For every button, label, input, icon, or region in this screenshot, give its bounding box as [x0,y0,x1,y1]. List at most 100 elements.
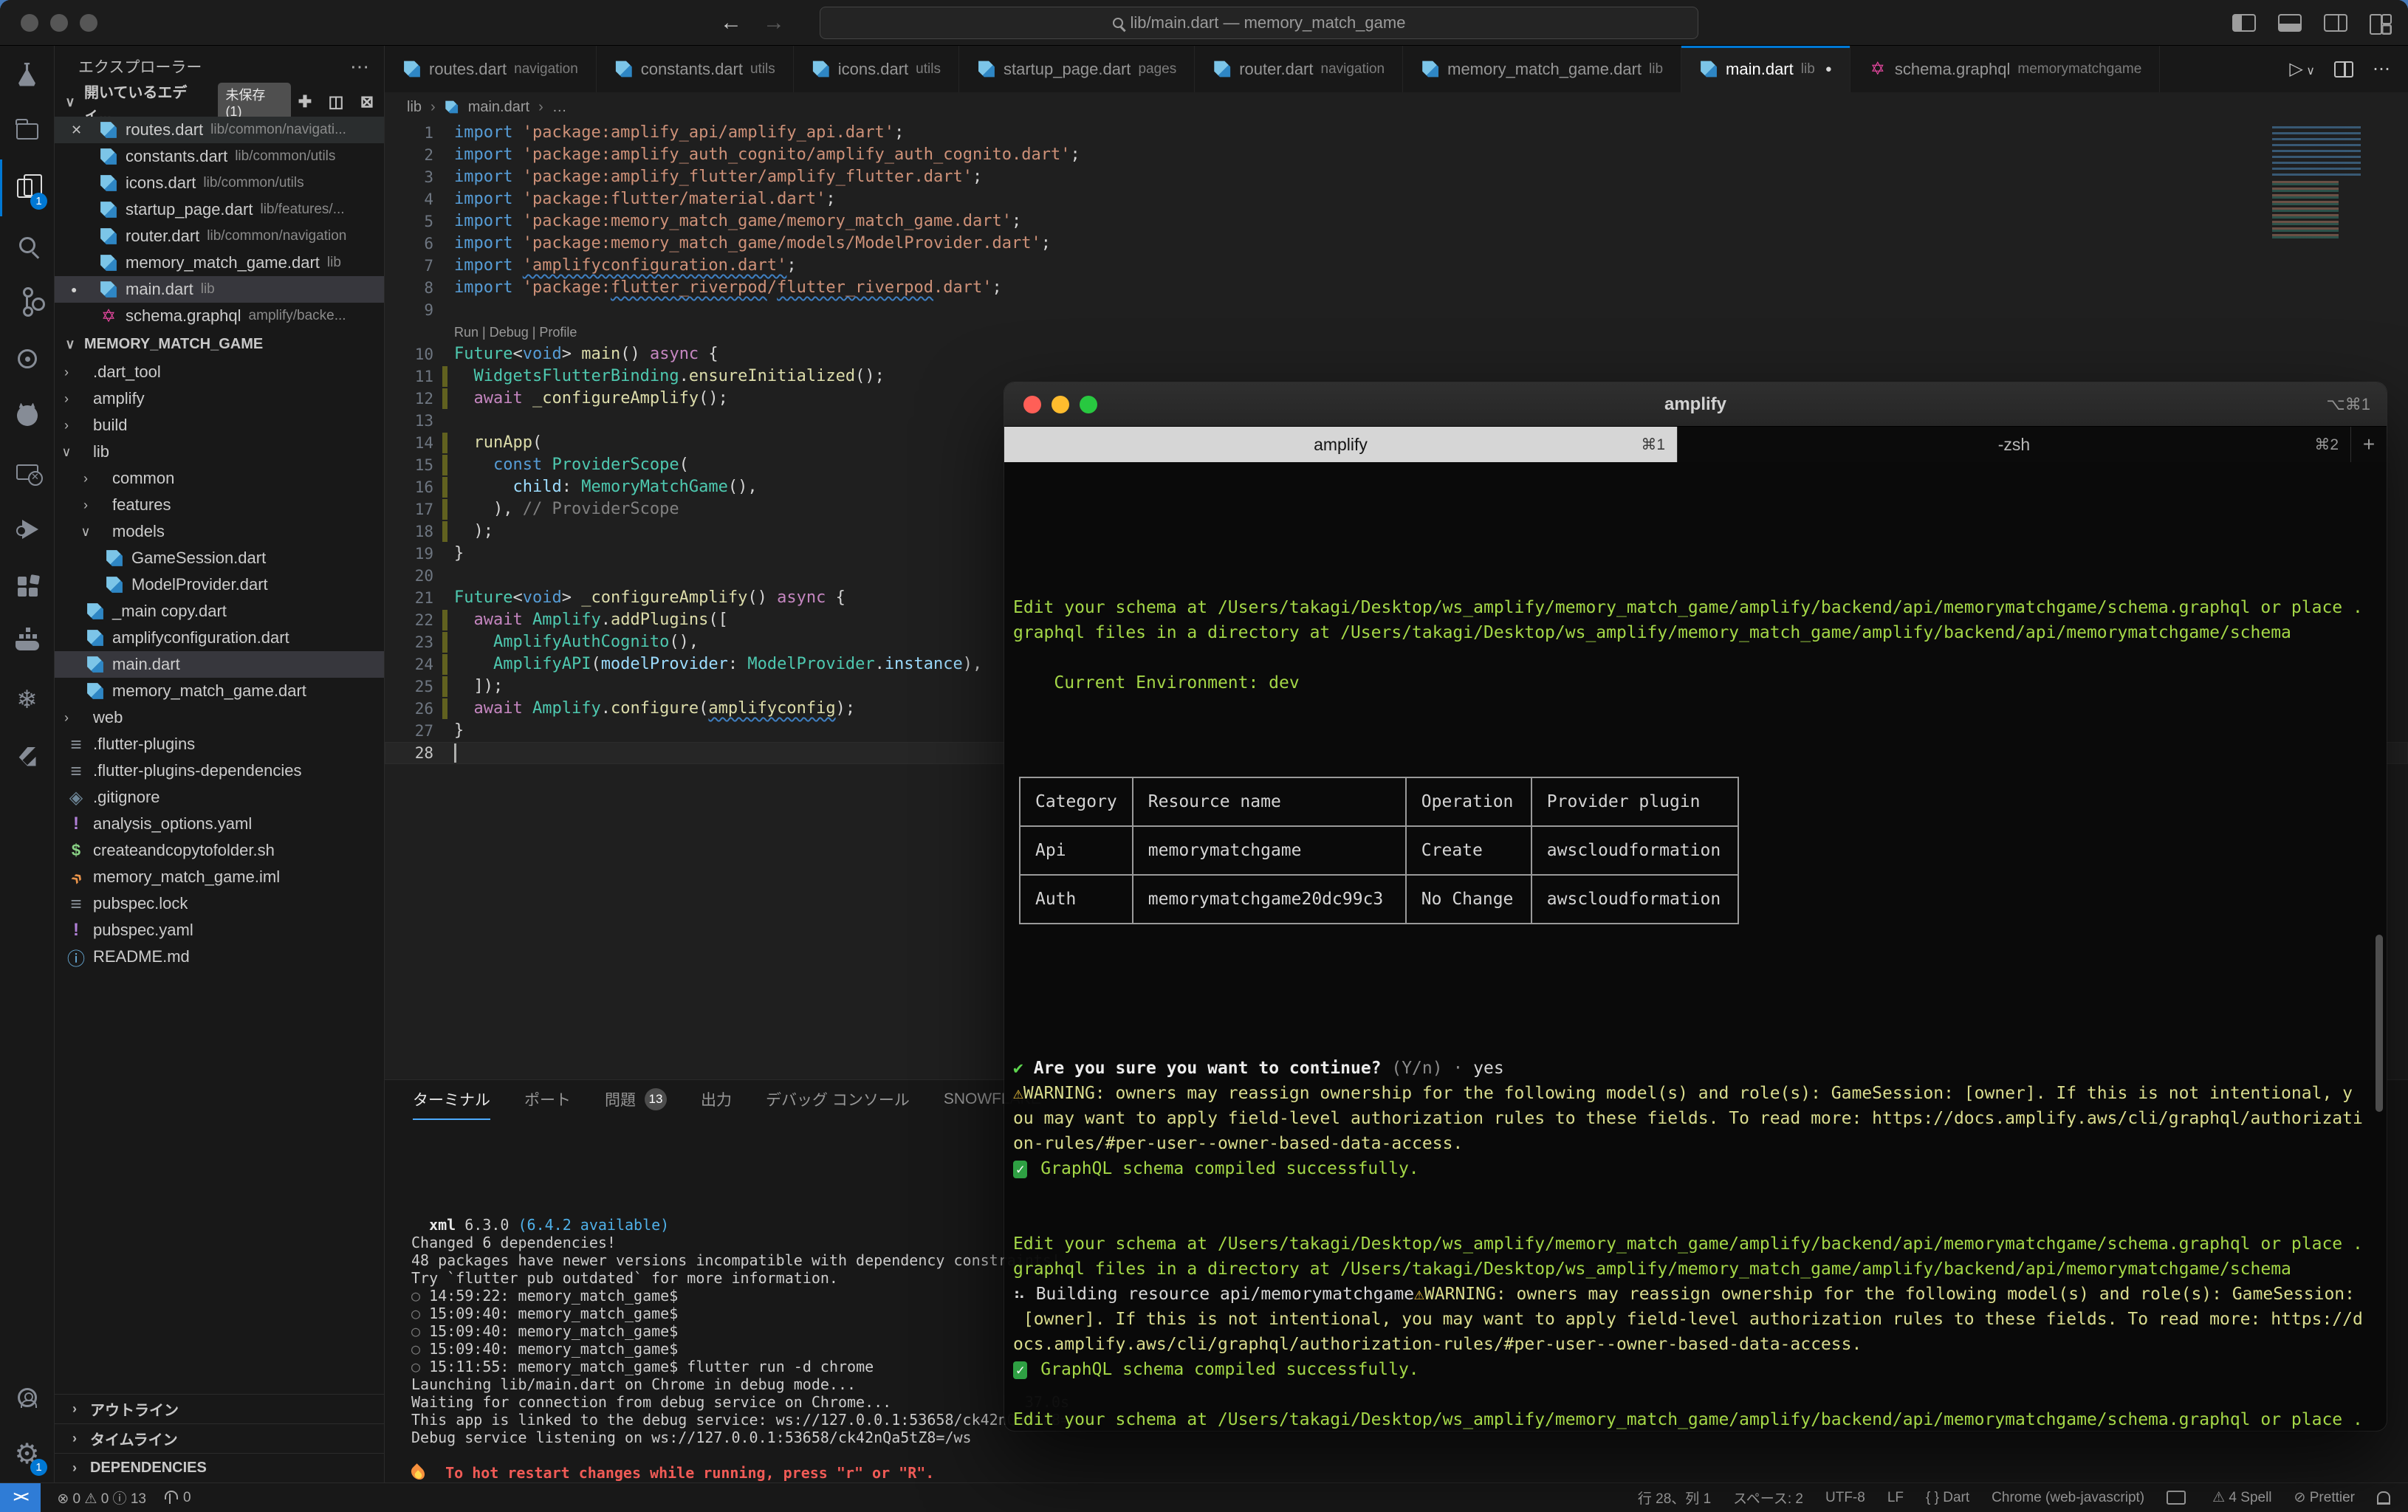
project-section-header[interactable]: ∨ MEMORY_MATCH_GAME [55,329,384,359]
close-window-button[interactable] [21,13,38,32]
sidebar-more-actions-icon[interactable]: ⋯ [350,55,369,78]
tree-item[interactable]: .flutter-plugins-dependencies [55,757,384,784]
minimize-window-button[interactable] [1052,395,1069,413]
tree-item[interactable]: pubspec.yaml [55,917,384,944]
tree-item[interactable]: › common [55,465,384,492]
tree-item[interactable]: analysis_options.yaml [55,811,384,837]
panel-tab[interactable]: 問題 13 [605,1080,667,1120]
panel-tab[interactable]: デバッグ コンソール [766,1080,910,1120]
activity-gitlens[interactable] [0,330,54,387]
breadcrumb[interactable]: lib › main.dart › … [385,92,2408,122]
remote-indicator-button[interactable]: >< [0,1483,41,1512]
save-all-icon[interactable]: ◫ [326,92,346,111]
panel-tab[interactable]: 出力 [701,1080,732,1120]
status-bar-item[interactable] [2167,1491,2190,1505]
tree-item[interactable]: main.dart [55,651,384,678]
ports-status[interactable]: 0 [162,1490,191,1506]
editor-tab[interactable]: schema.graphql memorymatchgame ● [1850,46,2161,92]
editor-tab[interactable]: memory_match_game.dart lib ● [1403,46,1682,92]
toggle-sidebar-icon[interactable] [2232,13,2256,32]
editor-tab[interactable]: routes.dart navigation ● [385,46,597,92]
tree-item[interactable]: createandcopytofolder.sh [55,837,384,864]
terminal-tab[interactable]: -zsh ⌘2 [1678,427,2351,462]
sidebar-section-header[interactable]: › タイムライン [55,1423,384,1453]
tree-item[interactable]: pubspec.lock [55,890,384,917]
tree-item[interactable]: memory_match_game.dart [55,678,384,704]
editor-tab[interactable]: router.dart navigation ● [1195,46,1404,92]
status-bar-item[interactable]: ⊘ Prettier [2294,1489,2355,1506]
tree-item[interactable]: README.md [55,944,384,970]
activity-docker[interactable] [0,614,54,671]
tree-item[interactable]: › .dart_tool [55,359,384,385]
activity-extensions[interactable] [0,557,54,614]
sidebar-section-header[interactable]: › アウトライン [55,1394,384,1423]
tree-item[interactable]: amplifyconfiguration.dart [55,625,384,651]
tree-item[interactable]: ModelProvider.dart [55,571,384,598]
split-editor-icon[interactable] [2334,61,2353,78]
status-bar-item[interactable]: スペース: 2 [1733,1488,1803,1508]
minimap[interactable] [2272,126,2398,243]
panel-tab[interactable]: ポート [524,1080,571,1120]
terminal-tab[interactable]: amplify ⌘1 [1004,427,1678,462]
nav-back-icon[interactable]: ← [720,10,742,35]
tree-item[interactable]: › web [55,704,384,731]
tree-item[interactable]: GameSession.dart [55,545,384,571]
open-editor-item[interactable]: ✕ ● icons.dart lib/common/utils [55,170,384,196]
editor-tab[interactable]: startup_page.dart pages ● [959,46,1196,92]
status-bar-item[interactable]: Chrome (web-javascript) [1992,1490,2144,1506]
minimize-window-button[interactable] [50,13,68,32]
status-bar-item[interactable]: UTF-8 [1825,1490,1865,1506]
toggle-panel-icon[interactable] [2278,13,2302,32]
open-editor-item[interactable]: ✕ ● startup_page.dart lib/features/... [55,196,384,223]
terminal-window[interactable]: amplify ⌥⌘1 amplify ⌘1 -zsh ⌘2 + Edit yo… [1004,382,2387,1431]
tree-item[interactable]: ∨ models [55,518,384,545]
sidebar-section-header[interactable]: › DEPENDENCIES [55,1453,384,1482]
editor-tab[interactable]: icons.dart utils ● [794,46,959,92]
activity-account[interactable] [0,1369,54,1426]
command-center-search[interactable]: lib/main.dart — memory_match_game [820,7,1698,39]
editor-tab[interactable]: main.dart lib ● [1681,46,1850,92]
zoom-window-button[interactable] [80,13,97,32]
nav-forward-icon[interactable]: → [763,10,785,35]
editor-more-actions-icon[interactable]: ⋯ [2373,58,2390,80]
activity-snowflake[interactable] [0,671,54,728]
activity-explorer[interactable] [0,103,54,159]
activity-source-control[interactable] [0,273,54,330]
tree-item[interactable]: _main copy.dart [55,598,384,625]
close-icon[interactable]: ✕ [71,123,82,138]
status-bar-item[interactable]: 行 28、列 1 [1638,1488,1711,1508]
tree-item[interactable]: ∨ lib [55,439,384,465]
open-editor-item[interactable]: ✕ ● routes.dart lib/common/navigati... [55,117,384,143]
tree-item[interactable]: .gitignore [55,784,384,811]
traffic-lights[interactable] [21,13,97,32]
tree-item[interactable]: › features [55,492,384,518]
open-editor-item[interactable]: ✕ ● router.dart lib/common/navigation [55,223,384,250]
editor-tab[interactable]: constants.dart utils ● [597,46,794,92]
activity-flutter[interactable] [0,728,54,785]
open-editor-item[interactable]: ✕ ● main.dart lib [55,276,384,303]
activity-run-debug[interactable] [0,501,54,557]
open-editor-item[interactable]: ✕ ● schema.graphql amplify/backe... [55,303,384,329]
panel-tab[interactable]: ターミナル [413,1080,490,1120]
activity-testing[interactable] [0,46,54,103]
activity-remote-explorer[interactable] [0,444,54,501]
terminal-scrollbar[interactable] [2376,935,2383,1112]
terminal-titlebar[interactable]: amplify ⌥⌘1 [1004,382,2387,427]
open-editor-item[interactable]: ✕ ● constants.dart lib/common/utils [55,143,384,170]
activity-search[interactable] [0,216,54,273]
zoom-window-button[interactable] [1080,395,1097,413]
activity-open-editors[interactable]: 1 [0,159,54,216]
new-file-icon[interactable]: ✚ [295,92,315,111]
problems-status[interactable]: ⊗ 0 ⚠ 0 ⓘ 13 [57,1488,146,1508]
status-bar-item[interactable]: ⚠ 4 Spell [2212,1489,2271,1506]
tree-item[interactable]: memory_match_game.iml [55,864,384,890]
close-window-button[interactable] [1023,395,1041,413]
tree-item[interactable]: › build [55,412,384,439]
status-bar-item[interactable]: { } Dart [1926,1490,1969,1506]
tree-item[interactable]: › amplify [55,385,384,412]
close-all-icon[interactable]: ⊠ [357,92,377,111]
activity-github[interactable] [0,387,54,444]
new-terminal-tab-button[interactable]: + [2351,427,2387,462]
open-editors-section-header[interactable]: ∨ 開いているエディ... 未保存 (1) ✚ ◫ ⊠ [55,82,384,123]
status-bar-item[interactable]: LF [1887,1490,1904,1506]
